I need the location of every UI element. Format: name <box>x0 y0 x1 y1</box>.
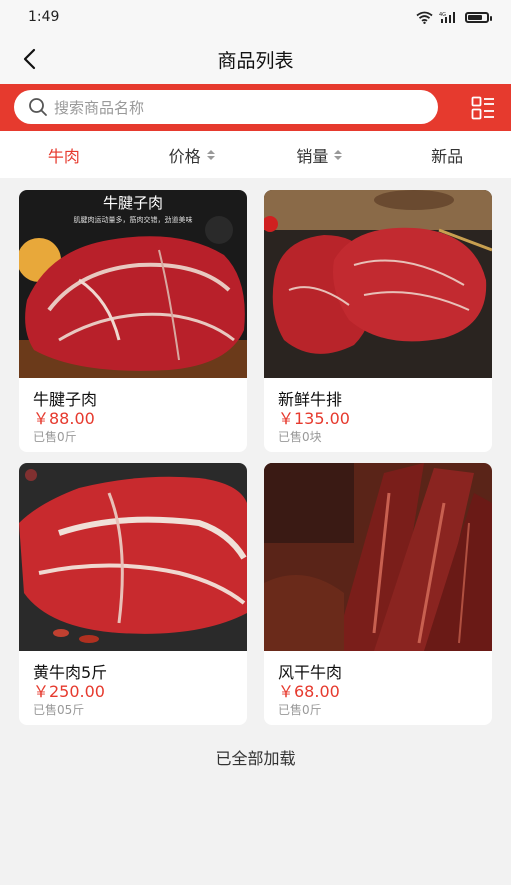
status-icons: 4G <box>416 11 492 24</box>
search-input[interactable]: 搜索商品名称 <box>14 90 438 124</box>
nav-bar: 商品列表 <box>0 34 511 84</box>
product-image-yellow-beef <box>19 463 247 651</box>
filter-label: 价格 <box>168 146 201 166</box>
search-bar: 搜索商品名称 <box>0 84 511 131</box>
image-subtitle: 肌腱肉运动量多，筋肉交错，劲道美味 <box>74 215 193 224</box>
search-placeholder: 搜索商品名称 <box>54 98 145 117</box>
product-sold-count: 已售0斤 <box>33 430 77 444</box>
product-image-dried-beef <box>264 463 492 651</box>
filter-beef[interactable]: 牛肉 <box>0 143 128 167</box>
back-button[interactable] <box>14 44 44 74</box>
product-price: ￥135.00 <box>278 409 350 428</box>
filter-price[interactable]: 价格 <box>128 143 256 167</box>
status-bar: 1:49 4G <box>0 0 511 34</box>
filter-bar: 牛肉 价格 销量 新品 <box>0 131 511 178</box>
wifi-icon <box>416 11 433 24</box>
product-price: ￥250.00 <box>33 682 105 701</box>
product-image-steak <box>264 190 492 378</box>
sort-arrows-icon <box>334 149 343 160</box>
filter-label: 牛肉 <box>47 146 80 166</box>
filter-sales[interactable]: 销量 <box>256 143 384 167</box>
product-sold-count: 已售05斤 <box>33 703 85 717</box>
4g-signal-icon: 4G <box>439 12 455 23</box>
layout-toggle-button[interactable] <box>471 96 495 120</box>
product-card[interactable]: 牛腱子肉 肌腱肉运动量多，筋肉交错，劲道美味 牛腱子肉 ￥88.00 已售0斤 <box>19 190 247 452</box>
product-sold-count: 已售0斤 <box>278 703 322 717</box>
product-price: ￥88.00 <box>33 409 95 428</box>
sort-arrows-icon <box>206 149 215 160</box>
product-card[interactable]: 风干牛肉 ￥68.00 已售0斤 <box>264 463 492 725</box>
search-icon <box>29 98 47 116</box>
load-end-text: 已全部加载 <box>215 749 296 768</box>
filter-label: 新品 <box>431 146 464 166</box>
status-time: 1:49 <box>28 9 60 25</box>
filter-new[interactable]: 新品 <box>383 143 511 167</box>
product-card[interactable]: 新鲜牛排 ￥135.00 已售0块 <box>264 190 492 452</box>
filter-label: 销量 <box>296 146 329 166</box>
list-view-icon <box>471 96 494 120</box>
image-banner: 牛腱子肉 <box>103 194 163 212</box>
product-image-beef-shank: 牛腱子肉 肌腱肉运动量多，筋肉交错，劲道美味 <box>19 190 247 378</box>
product-price: ￥68.00 <box>278 682 340 701</box>
product-sold-count: 已售0块 <box>278 430 322 444</box>
page-title: 商品列表 <box>217 49 294 72</box>
product-card[interactable]: 黄牛肉5斤 ￥250.00 已售05斤 <box>19 463 247 725</box>
battery-icon <box>465 11 492 23</box>
chevron-left-icon <box>23 48 36 70</box>
